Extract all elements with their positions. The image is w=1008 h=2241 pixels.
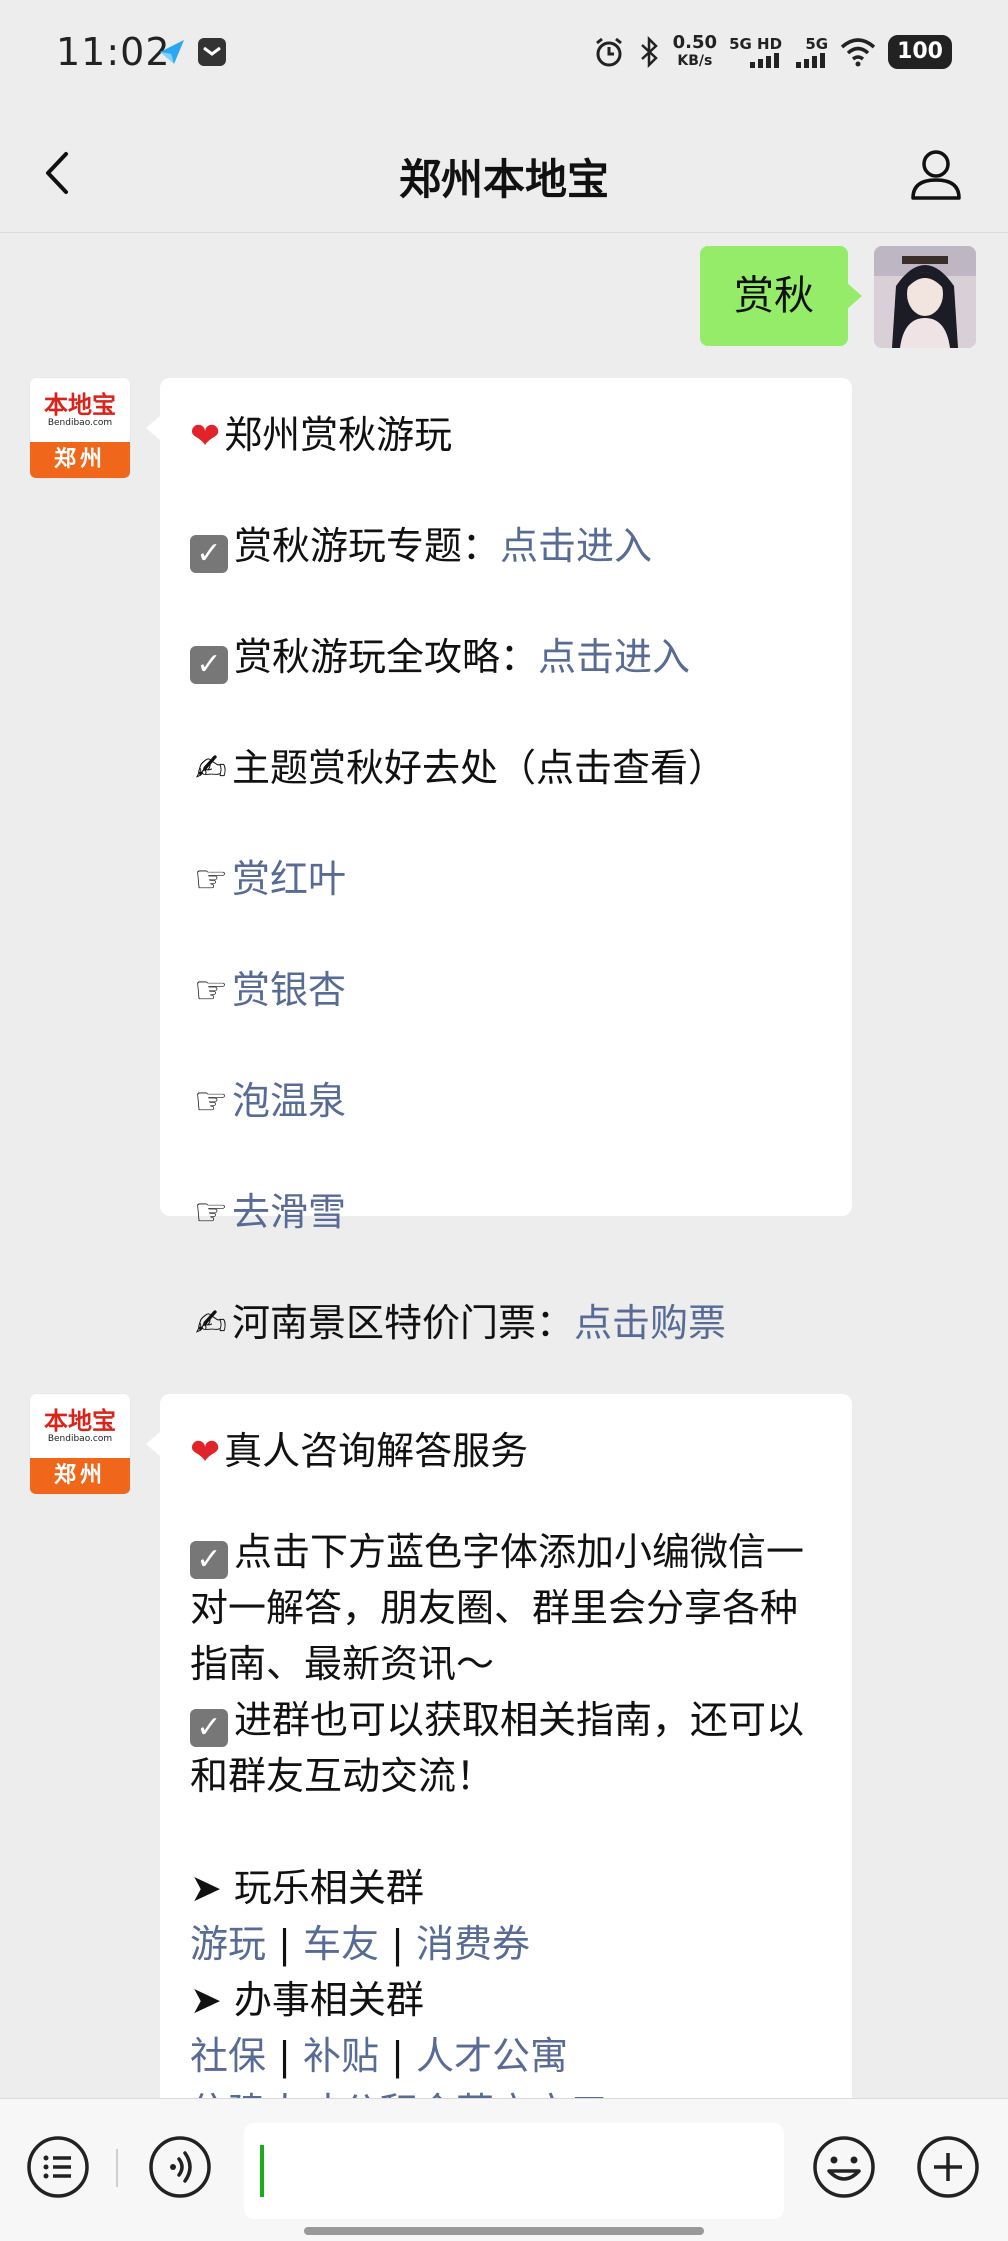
profile-icon[interactable] — [908, 146, 964, 202]
text-cursor — [260, 2145, 264, 2197]
user-avatar-image — [874, 246, 976, 348]
logo-text: 本地宝 — [44, 1407, 116, 1435]
message-input[interactable] — [244, 2123, 784, 2219]
writing-hand-icon: ✍ — [195, 1301, 227, 1345]
group-link-travel[interactable]: 游玩 — [190, 1922, 266, 1966]
chat-messages[interactable]: 赏秋 本地宝 Bendibao.com 郑州 ❤ 郑州赏秋游玩 ✓ 赏秋游玩专题：点… — [0, 232, 1008, 2098]
heart-icon: ❤ — [190, 1432, 221, 1473]
plus-icon[interactable] — [916, 2135, 980, 2199]
group1-label: ➤ 玩乐相关群 — [190, 1866, 424, 1910]
status-icons: 0.50 KB/s 5G HD 5G 100 — [593, 34, 952, 70]
heart-icon: ❤ — [190, 416, 221, 457]
guide-line: ✓ 赏秋游玩全攻略：点击进入 — [190, 622, 822, 733]
logo-text: 本地宝 — [44, 391, 116, 419]
sent-message-bubble[interactable]: 赏秋 — [700, 246, 862, 346]
group-link-talent-apartment[interactable]: 人才公寓 — [416, 2034, 568, 2078]
group-link-subsidy[interactable]: 补贴 — [303, 2034, 379, 2078]
checkbox-icon: ✓ — [190, 1541, 228, 1579]
battery-indicator: 100 — [888, 35, 952, 69]
input-bar — [0, 2098, 1008, 2241]
bluetooth-icon — [640, 36, 658, 68]
checkbox-icon: ✓ — [190, 1709, 228, 1747]
topic-link[interactable]: 点击进入 — [500, 524, 652, 568]
pointing-hand-icon: ☞ — [193, 968, 229, 1012]
bot-avatar[interactable]: 本地宝 Bendibao.com 郑州 — [30, 378, 130, 478]
chat-title: 郑州本地宝 — [398, 155, 609, 204]
app-notification-icon — [160, 40, 184, 64]
place-line: ☞ 赏红叶 — [190, 844, 822, 955]
signal-1: 5G HD — [729, 36, 782, 68]
divider — [116, 2149, 118, 2187]
wifi-icon — [840, 38, 876, 67]
status-bar: 11:02 0.50 KB/s 5G HD 5G 100 — [0, 0, 1008, 110]
places-heading-line: ✍ 主题赏秋好去处（点击查看） — [190, 733, 822, 844]
place-line: ☞ 赏银杏 — [190, 955, 822, 1066]
voice-icon[interactable] — [148, 2135, 212, 2199]
chat-header: 郑州本地宝 — [0, 110, 1008, 233]
menu-list-icon[interactable] — [26, 2135, 90, 2199]
signal-bars-icon — [750, 52, 780, 68]
avatar-city: 郑州 — [30, 1458, 130, 1494]
tickets-line: ✍ 河南景区特价门票：点击购票 — [190, 1288, 822, 1362]
place-link-hot-spring[interactable]: 泡温泉 — [232, 1079, 346, 1123]
place-line: ☞ 泡温泉 — [190, 1066, 822, 1177]
group-link-social-security[interactable]: 社保 — [190, 2034, 266, 2078]
checkbox-icon: ✓ — [190, 535, 228, 573]
message-title-line: ❤ 真人咨询解答服务 — [190, 1429, 529, 1473]
place-link-red-leaves[interactable]: 赏红叶 — [232, 857, 346, 901]
alarm-icon — [595, 37, 622, 67]
signal-bars-icon — [796, 52, 826, 68]
pointing-hand-icon: ☞ — [193, 1190, 229, 1234]
bot-avatar[interactable]: 本地宝 Bendibao.com 郑州 — [30, 1394, 130, 1494]
group2-label: ➤ 办事相关群 — [190, 1978, 424, 2022]
guide-link[interactable]: 点击进入 — [538, 635, 690, 679]
network-speed: 0.50 KB/s — [672, 32, 718, 70]
place-link-ginkgo[interactable]: 赏银杏 — [232, 968, 346, 1012]
user-avatar[interactable] — [874, 246, 976, 348]
checkbox-icon: ✓ — [190, 646, 228, 684]
service-paragraph-2: ✓ 进群也可以获取相关指南，还可以和群友互动交流！ — [190, 1698, 805, 1798]
tickets-link[interactable]: 点击购票 — [574, 1301, 726, 1345]
place-link-skiing[interactable]: 去滑雪 — [232, 1190, 346, 1234]
home-indicator[interactable] — [304, 2227, 704, 2235]
group-link-coupon[interactable]: 消费券 — [416, 1922, 530, 1966]
topic-line: ✓ 赏秋游玩专题：点击进入 — [190, 511, 822, 622]
service-paragraph-1: ✓ 点击下方蓝色字体添加小编微信一对一解答，朋友圈、群里会分享各种指南、最新资讯～ — [190, 1530, 805, 1686]
status-time: 11:02 — [56, 30, 171, 74]
message-bubble-service[interactable]: ❤ 真人咨询解答服务 ✓ 点击下方蓝色字体添加小编微信一对一解答，朋友圈、群里会分享… — [146, 1394, 852, 2098]
place-line: ☞ 去滑雪 — [190, 1177, 822, 1288]
group1-links: 游玩 | 车友 | 消费券 — [190, 1922, 530, 1966]
pointing-hand-icon: ☞ — [193, 857, 229, 901]
signal-2: 5G — [794, 36, 828, 68]
message-bubble-autumn[interactable]: ❤ 郑州赏秋游玩 ✓ 赏秋游玩专题：点击进入 ✓ 赏秋游玩全攻略：点击进入 ✍ 主题赏秋… — [146, 378, 852, 1345]
pointing-hand-icon: ☞ — [193, 1079, 229, 1123]
logo-url: Bendibao.com — [47, 418, 113, 428]
logo-url: Bendibao.com — [47, 1434, 113, 1444]
message-title-line: ❤ 郑州赏秋游玩 — [190, 413, 453, 457]
group2-links: 社保 | 补贴 | 人才公寓 — [190, 2034, 568, 2078]
message-notification-icon — [198, 38, 226, 66]
partial-link-line[interactable]: 住建人才公积金落户户口 — [190, 2084, 822, 2098]
writing-hand-icon: ✍ — [195, 746, 227, 790]
emoji-icon[interactable] — [812, 2135, 876, 2199]
avatar-city: 郑州 — [30, 442, 130, 478]
group-link-car[interactable]: 车友 — [303, 1922, 379, 1966]
